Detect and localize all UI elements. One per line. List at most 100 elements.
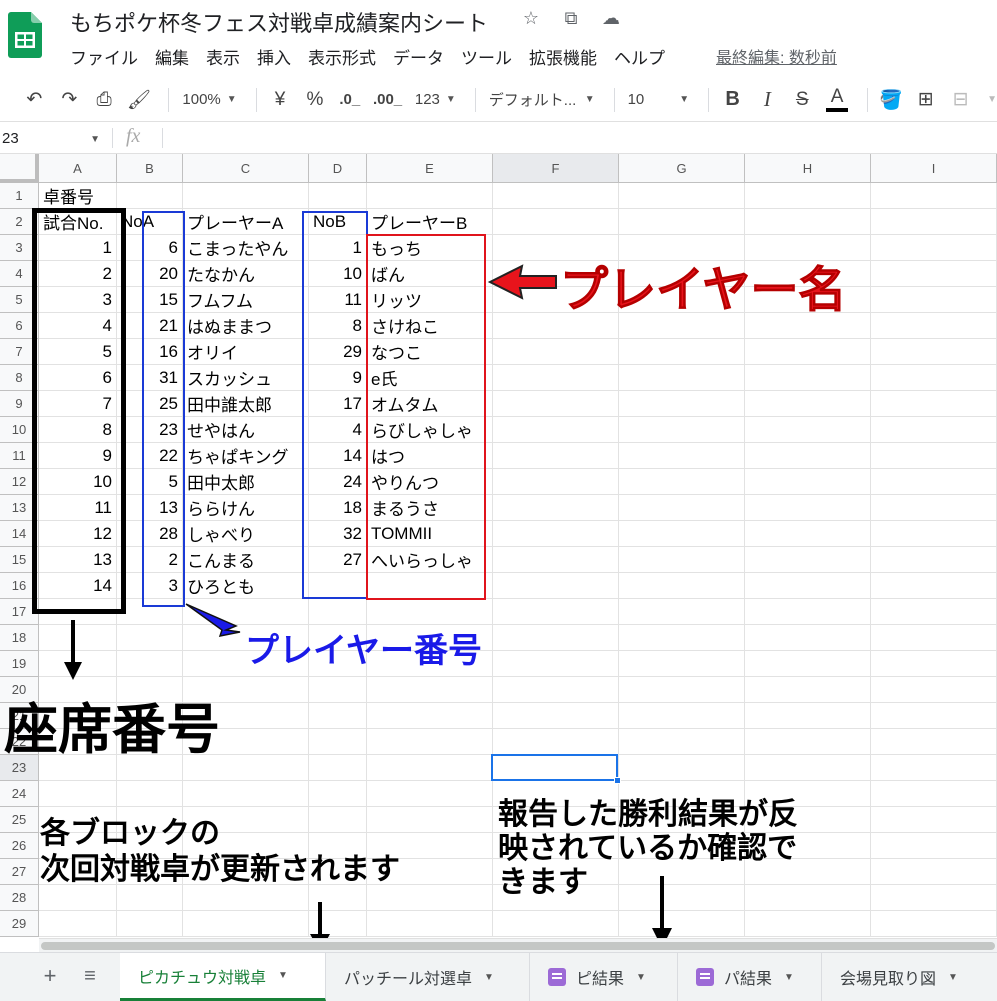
cell-i17[interactable] bbox=[871, 599, 997, 625]
bold-button[interactable]: B bbox=[718, 85, 747, 115]
print-icon[interactable]: ⎙ bbox=[90, 85, 119, 115]
cell-h10[interactable] bbox=[745, 417, 871, 443]
cell-i2[interactable] bbox=[871, 209, 997, 235]
cell-g20[interactable] bbox=[619, 677, 745, 703]
cell-c3[interactable]: こまったやん bbox=[183, 235, 309, 261]
cell-c7[interactable]: オリイ bbox=[183, 339, 309, 365]
cell-i24[interactable] bbox=[871, 781, 997, 807]
cell-f10[interactable] bbox=[493, 417, 619, 443]
borders-icon[interactable]: ⊞ bbox=[911, 85, 940, 115]
cell-c17[interactable] bbox=[183, 599, 309, 625]
cell-e17[interactable] bbox=[367, 599, 493, 625]
cell-g22[interactable] bbox=[619, 729, 745, 755]
cell-e23[interactable] bbox=[367, 755, 493, 781]
cell-g16[interactable] bbox=[619, 573, 745, 599]
cell-h7[interactable] bbox=[745, 339, 871, 365]
cell-i4[interactable] bbox=[871, 261, 997, 287]
cell-i25[interactable] bbox=[871, 807, 997, 833]
cell-i16[interactable] bbox=[871, 573, 997, 599]
cell-c8[interactable]: スカッシュ bbox=[183, 365, 309, 391]
cell-i21[interactable] bbox=[871, 703, 997, 729]
redo-icon[interactable]: ↷ bbox=[55, 85, 84, 115]
cell-e21[interactable] bbox=[367, 703, 493, 729]
font-family-dropdown[interactable]: デフォルト... ▼ bbox=[485, 85, 599, 115]
cell-i19[interactable] bbox=[871, 651, 997, 677]
undo-icon[interactable]: ↶ bbox=[20, 85, 49, 115]
cell-c16[interactable]: ひろとも bbox=[183, 573, 309, 599]
cell-f20[interactable] bbox=[493, 677, 619, 703]
cell-g8[interactable] bbox=[619, 365, 745, 391]
cell-h13[interactable] bbox=[745, 495, 871, 521]
tab-spinda-tables[interactable]: パッチール対選卓 ▼ bbox=[326, 953, 530, 1001]
selected-cell-f23[interactable] bbox=[491, 754, 621, 784]
cell-g13[interactable] bbox=[619, 495, 745, 521]
number-format-dropdown[interactable]: 123 ▼ bbox=[411, 85, 460, 115]
cell-h2[interactable] bbox=[745, 209, 871, 235]
cell-e22[interactable] bbox=[367, 729, 493, 755]
cell-c4[interactable]: たなかん bbox=[183, 261, 309, 287]
cell-d24[interactable] bbox=[309, 781, 367, 807]
cell-g7[interactable] bbox=[619, 339, 745, 365]
cell-h23[interactable] bbox=[745, 755, 871, 781]
column-header-b[interactable]: B bbox=[117, 154, 183, 183]
cell-h12[interactable] bbox=[745, 469, 871, 495]
all-sheets-menu-icon[interactable]: ≡ bbox=[78, 965, 102, 989]
cell-f9[interactable] bbox=[493, 391, 619, 417]
cell-i12[interactable] bbox=[871, 469, 997, 495]
cell-d29[interactable] bbox=[309, 911, 367, 937]
cell-f2[interactable] bbox=[493, 209, 619, 235]
chevron-down-icon[interactable]: ▼ bbox=[484, 972, 494, 983]
cell-h21[interactable] bbox=[745, 703, 871, 729]
column-header-i[interactable]: I bbox=[871, 154, 997, 183]
horizontal-scrollbar[interactable] bbox=[39, 938, 997, 952]
cell-i11[interactable] bbox=[871, 443, 997, 469]
column-header-g[interactable]: G bbox=[619, 154, 745, 183]
cell-h17[interactable] bbox=[745, 599, 871, 625]
font-size-dropdown[interactable]: 10 ▼ bbox=[624, 85, 694, 115]
chevron-down-icon[interactable]: ▼ bbox=[636, 972, 646, 983]
menu-file[interactable]: ファイル bbox=[70, 44, 138, 69]
cell-c14[interactable]: しゃべり bbox=[183, 521, 309, 547]
menu-tools[interactable]: ツール bbox=[461, 44, 512, 69]
cell-i18[interactable] bbox=[871, 625, 997, 651]
cell-g14[interactable] bbox=[619, 521, 745, 547]
cell-a29[interactable] bbox=[39, 911, 117, 937]
column-header-h[interactable]: H bbox=[745, 154, 871, 183]
cell-f16[interactable] bbox=[493, 573, 619, 599]
cell-f15[interactable] bbox=[493, 547, 619, 573]
cell-c5[interactable]: フムフム bbox=[183, 287, 309, 313]
cell-e29[interactable] bbox=[367, 911, 493, 937]
cell-d20[interactable] bbox=[309, 677, 367, 703]
cell-a24[interactable] bbox=[39, 781, 117, 807]
cell-h1[interactable] bbox=[745, 183, 871, 209]
cell-i8[interactable] bbox=[871, 365, 997, 391]
select-all-corner[interactable] bbox=[0, 154, 39, 183]
cell-c11[interactable]: ちゃぱキング bbox=[183, 443, 309, 469]
cell-c10[interactable]: せやはん bbox=[183, 417, 309, 443]
strikethrough-button[interactable]: S bbox=[788, 85, 817, 115]
cell-h20[interactable] bbox=[745, 677, 871, 703]
cell-h18[interactable] bbox=[745, 625, 871, 651]
cell-h29[interactable] bbox=[745, 911, 871, 937]
column-header-f[interactable]: F bbox=[493, 154, 619, 183]
cell-f1[interactable] bbox=[493, 183, 619, 209]
cell-f11[interactable] bbox=[493, 443, 619, 469]
cell-d1[interactable] bbox=[309, 183, 367, 209]
cell-d28[interactable] bbox=[309, 885, 367, 911]
cell-c28[interactable] bbox=[183, 885, 309, 911]
cell-g15[interactable] bbox=[619, 547, 745, 573]
cell-f21[interactable] bbox=[493, 703, 619, 729]
scrollbar-thumb[interactable] bbox=[41, 942, 995, 950]
increase-decimal-button[interactable]: .00_ bbox=[370, 85, 405, 115]
cell-e24[interactable] bbox=[367, 781, 493, 807]
menu-format[interactable]: 表示形式 bbox=[308, 44, 376, 69]
cell-i20[interactable] bbox=[871, 677, 997, 703]
italic-button[interactable]: I bbox=[753, 85, 782, 115]
cell-i28[interactable] bbox=[871, 885, 997, 911]
cell-h11[interactable] bbox=[745, 443, 871, 469]
cell-f7[interactable] bbox=[493, 339, 619, 365]
cell-b28[interactable] bbox=[117, 885, 183, 911]
cell-g21[interactable] bbox=[619, 703, 745, 729]
cell-f17[interactable] bbox=[493, 599, 619, 625]
cell-g11[interactable] bbox=[619, 443, 745, 469]
